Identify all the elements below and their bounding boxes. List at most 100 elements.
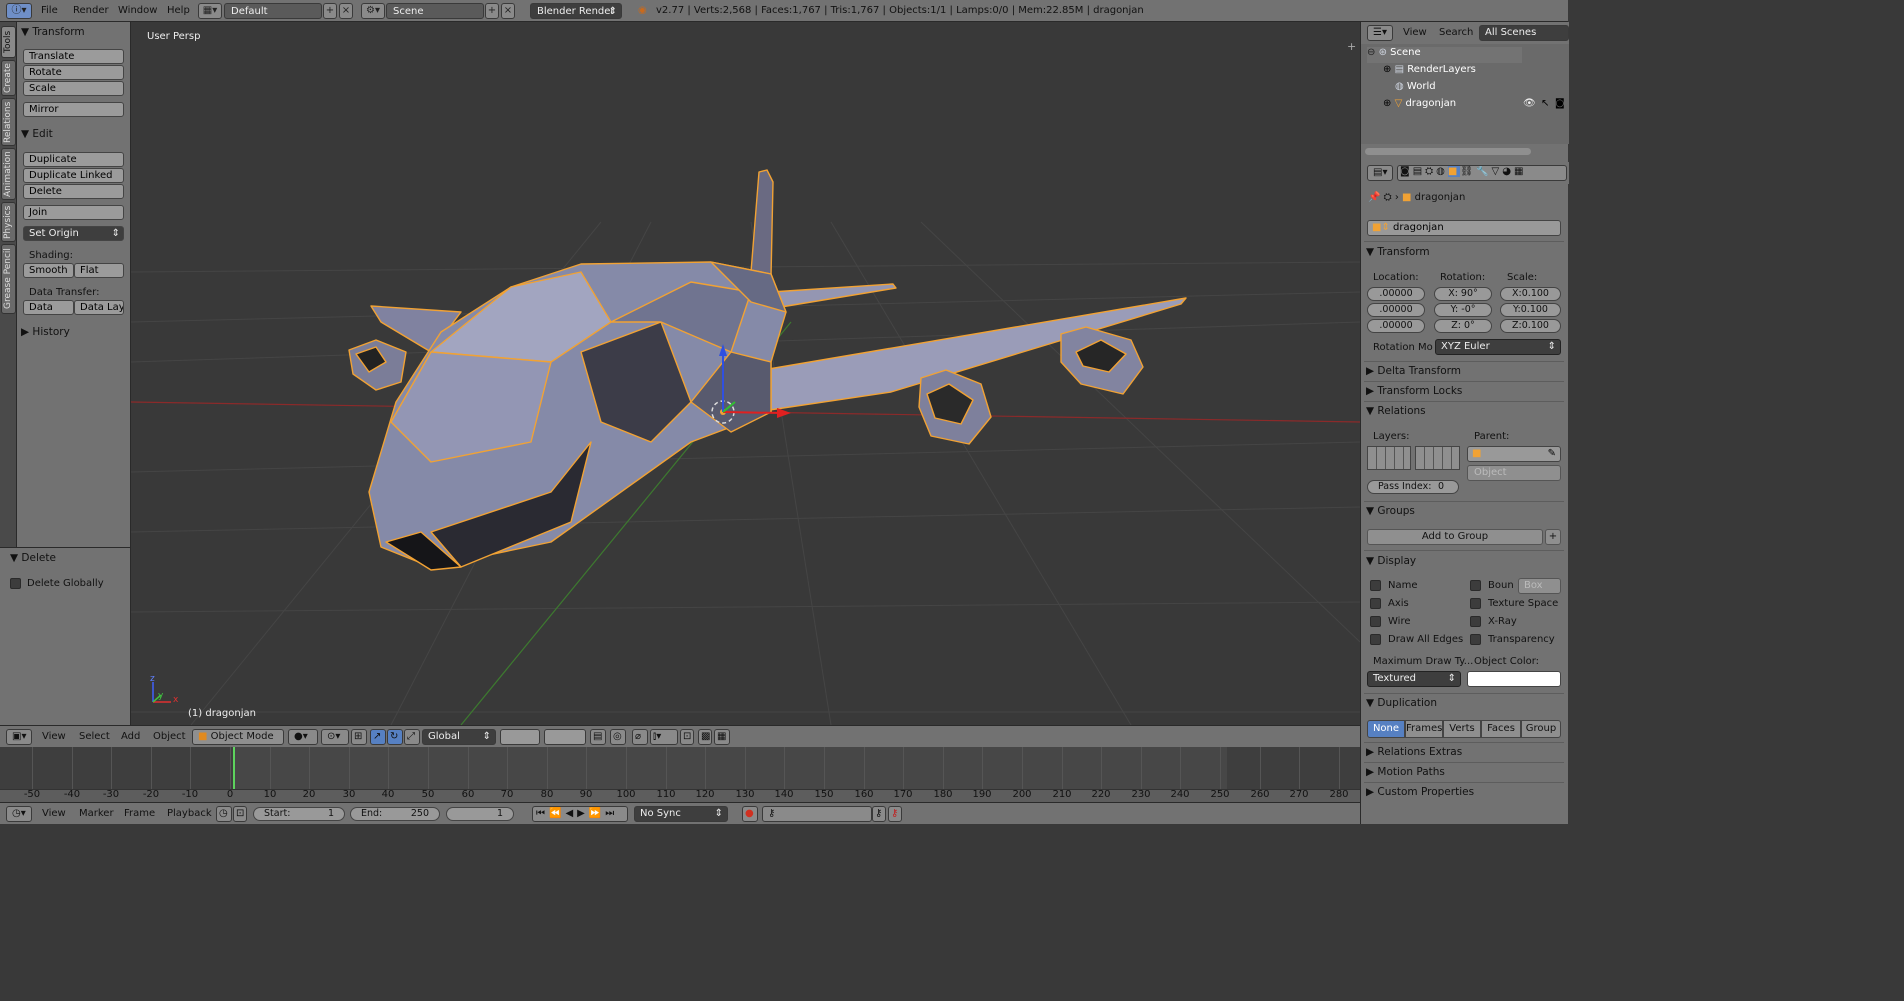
add-layout-button[interactable]: + bbox=[323, 3, 337, 19]
transform-orientation-dropdown[interactable]: Global ⇕ bbox=[422, 729, 496, 745]
eyedropper-icon[interactable]: ✎ bbox=[1548, 448, 1556, 459]
parent-type-dropdown[interactable]: Object bbox=[1467, 465, 1561, 481]
rotation-x-field[interactable]: X: 90° bbox=[1434, 287, 1492, 301]
lock-icon[interactable]: ⊡ bbox=[233, 806, 247, 822]
translate-manipulator-toggle[interactable]: ↗ bbox=[370, 729, 386, 745]
property-context-tabs[interactable]: ◙▤⛭◍■⛓🔧▽◕▦ bbox=[1397, 165, 1567, 181]
dup-verts-option[interactable]: Verts bbox=[1443, 720, 1481, 738]
scale-z-field[interactable]: Z:0.100 bbox=[1500, 319, 1561, 333]
display-bounds-checkbox[interactable] bbox=[1470, 580, 1481, 591]
tab-grease-pencil[interactable]: Grease Pencil bbox=[1, 244, 16, 314]
remove-layout-button[interactable]: × bbox=[339, 3, 353, 19]
mirror-button[interactable]: Mirror bbox=[23, 102, 124, 117]
record-button[interactable]: ● bbox=[742, 806, 758, 822]
dragonjan-airplane-mesh[interactable] bbox=[348, 169, 1187, 571]
editor-type-info-button[interactable]: ⓘ▾ bbox=[6, 3, 32, 19]
end-frame-field[interactable]: End: 250 bbox=[350, 807, 440, 821]
dup-none-option[interactable]: None bbox=[1367, 720, 1405, 738]
manipulator-toggle[interactable]: ⊞ bbox=[351, 729, 367, 745]
translate-button[interactable]: Translate bbox=[23, 49, 124, 64]
bounds-type-dropdown[interactable]: Box bbox=[1518, 578, 1561, 594]
transform-locks-section-header[interactable]: ▶ Transform Locks bbox=[1366, 385, 1562, 397]
delete-globally-checkbox[interactable] bbox=[10, 578, 21, 589]
menu-file[interactable]: File bbox=[41, 5, 58, 16]
outliner-row-world[interactable]: ◍ World bbox=[1395, 81, 1535, 97]
mode-dropdown[interactable]: ■ Object Mode bbox=[192, 729, 284, 745]
flat-shading-button[interactable]: Flat bbox=[74, 263, 124, 278]
render-engine-dropdown[interactable]: Blender Render ⇕ bbox=[530, 3, 622, 19]
tab-animation[interactable]: Animation bbox=[1, 148, 16, 200]
visibility-eye-icon[interactable]: 👁 bbox=[1523, 98, 1536, 109]
add-scene-button[interactable]: + bbox=[485, 3, 499, 19]
display-mode-dropdown[interactable]: All Scenes bbox=[1479, 25, 1569, 41]
rotation-z-field[interactable]: Z: 0° bbox=[1434, 319, 1492, 333]
screen-layout-field[interactable]: Default bbox=[224, 3, 322, 19]
layer-buttons-2[interactable] bbox=[544, 729, 586, 745]
editor-type-properties-button[interactable]: ▤▾ bbox=[1367, 165, 1393, 181]
editor-type-outliner-button[interactable]: ☰▾ bbox=[1367, 25, 1393, 41]
tab-relations[interactable]: Relations bbox=[1, 98, 16, 146]
motion-paths-section-header[interactable]: ▶ Motion Paths bbox=[1366, 766, 1562, 778]
transform-section-header[interactable]: ▼ Transform bbox=[1366, 246, 1562, 258]
pin-icon[interactable]: 📌 bbox=[1368, 192, 1384, 203]
preview-range-icon[interactable]: ◷ bbox=[216, 806, 232, 822]
editor-type-3dview-button[interactable]: ▣▾ bbox=[6, 729, 32, 745]
duplicate-linked-button[interactable]: Duplicate Linked bbox=[23, 168, 124, 183]
set-origin-dropdown[interactable]: Set Origin ⇕ bbox=[23, 226, 124, 241]
display-name-checkbox[interactable] bbox=[1370, 580, 1381, 591]
relations-extras-section-header[interactable]: ▶ Relations Extras bbox=[1366, 746, 1562, 758]
delete-button[interactable]: Delete bbox=[23, 184, 124, 199]
snap-toggle-icon[interactable]: ⌀ bbox=[632, 729, 648, 745]
groups-section-header[interactable]: ▼ Groups bbox=[1366, 505, 1562, 517]
operator-panel-header[interactable]: ▼ Delete bbox=[10, 552, 56, 564]
location-y-field[interactable]: .00000 bbox=[1367, 303, 1425, 317]
menu-help[interactable]: Help bbox=[167, 5, 190, 16]
scene-field[interactable]: Scene bbox=[386, 3, 484, 19]
outliner-scrollbar[interactable] bbox=[1365, 148, 1531, 155]
draw-all-edges-checkbox[interactable] bbox=[1370, 634, 1381, 645]
history-panel-header[interactable]: ▶ History bbox=[21, 326, 70, 338]
3d-viewport[interactable]: z y x User Persp (1) dragonjan + bbox=[131, 22, 1360, 725]
menu-view[interactable]: View bbox=[1403, 27, 1427, 38]
relations-section-header[interactable]: ▼ Relations bbox=[1366, 405, 1562, 417]
playback-controls[interactable]: ⏮⏪◀▶⏩⏭ bbox=[532, 806, 628, 822]
dup-faces-option[interactable]: Faces bbox=[1481, 720, 1521, 738]
duplicate-button[interactable]: Duplicate bbox=[23, 152, 124, 167]
menu-object[interactable]: Object bbox=[153, 731, 186, 742]
menu-add[interactable]: Add bbox=[121, 731, 140, 742]
menu-search[interactable]: Search bbox=[1439, 27, 1473, 38]
rotate-button[interactable]: Rotate bbox=[23, 65, 124, 80]
outliner-row-renderlayers[interactable]: ⊕ ▤ RenderLayers bbox=[1383, 64, 1523, 80]
menu-marker[interactable]: Marker bbox=[79, 808, 114, 819]
render-camera-icon[interactable]: ◙ bbox=[1555, 98, 1565, 109]
rotation-y-field[interactable]: Y: -0° bbox=[1434, 303, 1492, 317]
dup-group-option[interactable]: Group bbox=[1521, 720, 1561, 738]
screen-layout-picker[interactable]: ▦▾ bbox=[198, 3, 222, 19]
scale-x-field[interactable]: X:0.100 bbox=[1500, 287, 1561, 301]
editor-type-timeline-button[interactable]: ◷▾ bbox=[6, 806, 32, 822]
sync-mode-dropdown[interactable]: No Sync ⇕ bbox=[634, 806, 728, 822]
pivot-point-dropdown[interactable]: ⊙▾ bbox=[321, 729, 349, 745]
data-layout-button[interactable]: Data Layo bbox=[74, 300, 124, 315]
menu-render[interactable]: Render bbox=[73, 5, 109, 16]
scene-picker[interactable]: ⚙▾ bbox=[361, 3, 385, 19]
layer-grid-2[interactable] bbox=[1415, 446, 1460, 470]
render-animation-icon[interactable]: ▦ bbox=[714, 729, 730, 745]
display-section-header[interactable]: ▼ Display bbox=[1366, 555, 1562, 567]
keying-set-field[interactable]: ⚷ bbox=[762, 806, 872, 822]
remove-scene-button[interactable]: × bbox=[501, 3, 515, 19]
location-x-field[interactable]: .00000 bbox=[1367, 287, 1425, 301]
x-ray-checkbox[interactable] bbox=[1470, 616, 1481, 627]
dup-frames-option[interactable]: Frames bbox=[1405, 720, 1443, 738]
delta-transform-section-header[interactable]: ▶ Delta Transform bbox=[1366, 365, 1562, 377]
parent-field[interactable]: ■ ✎ bbox=[1467, 446, 1561, 462]
menu-window[interactable]: Window bbox=[118, 5, 157, 16]
delete-keyframe-icon[interactable]: ⚷ bbox=[888, 806, 902, 822]
viewport-shading-dropdown[interactable]: ●▾ bbox=[288, 729, 318, 745]
scale-manipulator-toggle[interactable]: ⤢ bbox=[404, 729, 420, 745]
menu-frame[interactable]: Frame bbox=[124, 808, 155, 819]
layer-grid-1[interactable] bbox=[1367, 446, 1411, 470]
insert-keyframe-icon[interactable]: ⚷ bbox=[872, 806, 886, 822]
smooth-shading-button[interactable]: Smooth bbox=[23, 263, 74, 278]
plus-icon[interactable]: + bbox=[1347, 40, 1356, 53]
